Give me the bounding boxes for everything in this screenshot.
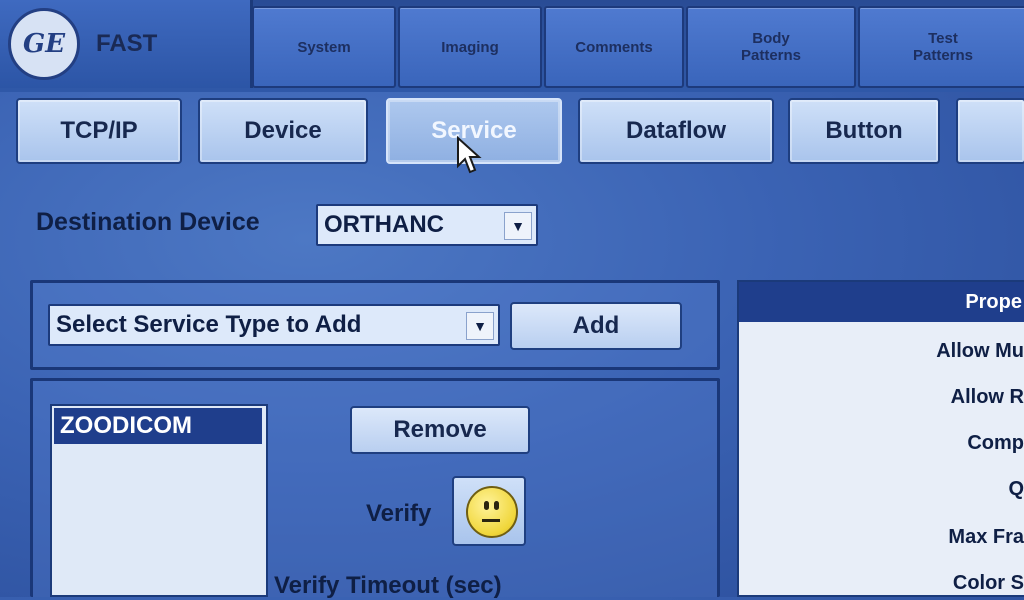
property-row: Comp (967, 432, 1024, 454)
add-button[interactable]: Add (510, 302, 682, 350)
property-row: Allow R (950, 386, 1024, 408)
tab-button[interactable]: Button (788, 98, 940, 164)
properties-panel: Prope Allow Mu Allow R Comp Q Max Fra Co… (737, 280, 1024, 597)
tab-device[interactable]: Device (198, 98, 368, 164)
service-type-select[interactable]: Select Service Type to Add ▼ (48, 304, 500, 346)
property-row: Color S (952, 572, 1024, 594)
dropdown-arrow-icon[interactable]: ▼ (466, 312, 494, 340)
destination-device-select[interactable]: ORTHANC ▼ (316, 204, 538, 246)
app-logo-area: GE FAST (0, 0, 253, 88)
verify-button[interactable] (452, 476, 526, 546)
tab-tcpip[interactable]: TCP/IP (16, 98, 182, 164)
tab-comments[interactable]: Comments (544, 6, 684, 88)
verify-timeout-label: Verify Timeout (sec) (274, 572, 502, 599)
tab-body-patterns[interactable]: Body Patterns (686, 6, 856, 88)
verify-label: Verify (366, 500, 432, 527)
destination-device-label: Destination Device (36, 208, 260, 236)
top-menu-bar: GE FAST System Imaging Comments Body Pat… (0, 0, 1024, 92)
ge-logo-icon: GE (8, 8, 80, 80)
list-item[interactable]: ZOODICOM (54, 408, 262, 444)
destination-device-value: ORTHANC (324, 211, 444, 238)
properties-header: Prope (739, 282, 1024, 322)
smiley-face-icon (466, 486, 518, 538)
property-row: Max Fra (948, 526, 1024, 548)
dropdown-arrow-icon[interactable]: ▼ (504, 212, 532, 240)
ultrasound-config-screen: GE FAST System Imaging Comments Body Pat… (0, 0, 1024, 599)
logo-text: GE (22, 29, 66, 59)
mouse-cursor-icon (457, 136, 482, 174)
service-listbox[interactable]: ZOODICOM (50, 404, 268, 597)
tab-dataflow[interactable]: Dataflow (578, 98, 774, 164)
service-type-value: Select Service Type to Add (56, 311, 362, 338)
property-row: Allow Mu (936, 340, 1024, 362)
tab-system[interactable]: System (252, 6, 396, 88)
tab-overflow[interactable] (956, 98, 1024, 164)
tab-test-patterns[interactable]: Test Patterns (858, 6, 1024, 88)
tab-imaging[interactable]: Imaging (398, 6, 542, 88)
remove-button[interactable]: Remove (350, 406, 530, 454)
property-row: Q (1008, 478, 1024, 500)
app-title: FAST (96, 30, 158, 57)
